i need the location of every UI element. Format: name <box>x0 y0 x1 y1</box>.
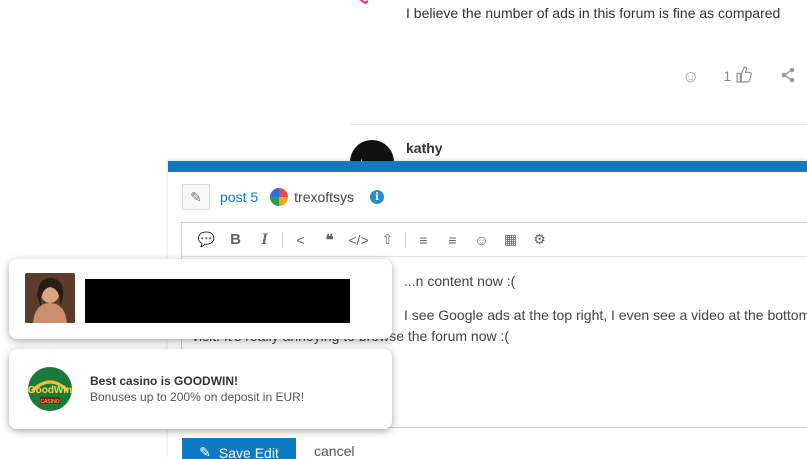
pencil-icon[interactable]: ✎ <box>182 184 210 210</box>
emoji-reaction-icon[interactable]: ☺ <box>682 68 699 85</box>
page: I believe the number of ads in this foru… <box>0 0 807 459</box>
notification-title: Best casino is GOODWIN! <box>90 374 239 388</box>
redacted-content <box>85 279 350 323</box>
svg-text:CASINO: CASINO <box>40 399 59 405</box>
info-icon[interactable]: i <box>370 190 385 204</box>
goodwin-casino-logo: GoodWin CASINO <box>28 367 72 411</box>
post-actions: ☺ 1 <box>682 64 796 88</box>
share-link-icon[interactable]: < <box>286 232 315 248</box>
composer-header: ✎ post 5 trexoftsys i <box>182 184 385 210</box>
editor-toolbar: 💬 B I < ❝ </> ⇧ ≡ ≡ ☺ ▦ ⚙ <box>182 223 807 257</box>
italic-icon[interactable]: I <box>250 231 279 249</box>
emoji-icon[interactable]: ☺ <box>467 232 496 248</box>
quote-bubble-icon[interactable]: 💬 <box>192 231 221 248</box>
composer-username[interactable]: trexoftsys <box>294 189 354 205</box>
share-icon[interactable] <box>780 67 796 86</box>
vote-count: 1 <box>723 68 732 84</box>
user-avatar-icon <box>270 188 289 206</box>
toolbar-divider <box>405 231 406 248</box>
bullet-list-icon[interactable]: ≡ <box>409 232 438 248</box>
pencil-icon: ✎ <box>199 444 211 459</box>
gear-icon[interactable]: ⚙ <box>525 231 554 248</box>
save-edit-label: Save Edit <box>218 444 279 459</box>
post-link[interactable]: post 5 <box>220 189 258 205</box>
thumbs-up-icon[interactable] <box>735 66 753 86</box>
push-notification[interactable]: GoodWin CASINO Best casino is GOODWIN! B… <box>9 349 392 429</box>
numbered-list-icon[interactable]: ≡ <box>438 232 467 248</box>
svg-text:GoodWin: GoodWin <box>28 385 72 396</box>
cancel-link[interactable]: cancel <box>314 443 354 459</box>
blockquote-icon[interactable]: ❝ <box>315 231 344 249</box>
post-text: I believe the number of ads in this foru… <box>406 5 781 21</box>
save-edit-button[interactable]: ✎ Save Edit <box>182 438 296 459</box>
bold-icon[interactable]: B <box>221 231 250 248</box>
toolbar-divider <box>282 231 283 248</box>
post-author-name[interactable]: kathy <box>406 140 443 156</box>
post-divider <box>350 124 807 125</box>
calendar-icon[interactable]: ▦ <box>496 231 525 248</box>
notification-avatar <box>25 273 75 323</box>
code-icon[interactable]: </> <box>344 232 373 248</box>
post-avatar-edge <box>359 0 369 5</box>
upload-icon[interactable]: ⇧ <box>373 231 402 248</box>
notification-subtitle: Bonuses up to 200% on deposit in EUR! <box>90 390 305 404</box>
push-notification[interactable] <box>9 259 392 339</box>
